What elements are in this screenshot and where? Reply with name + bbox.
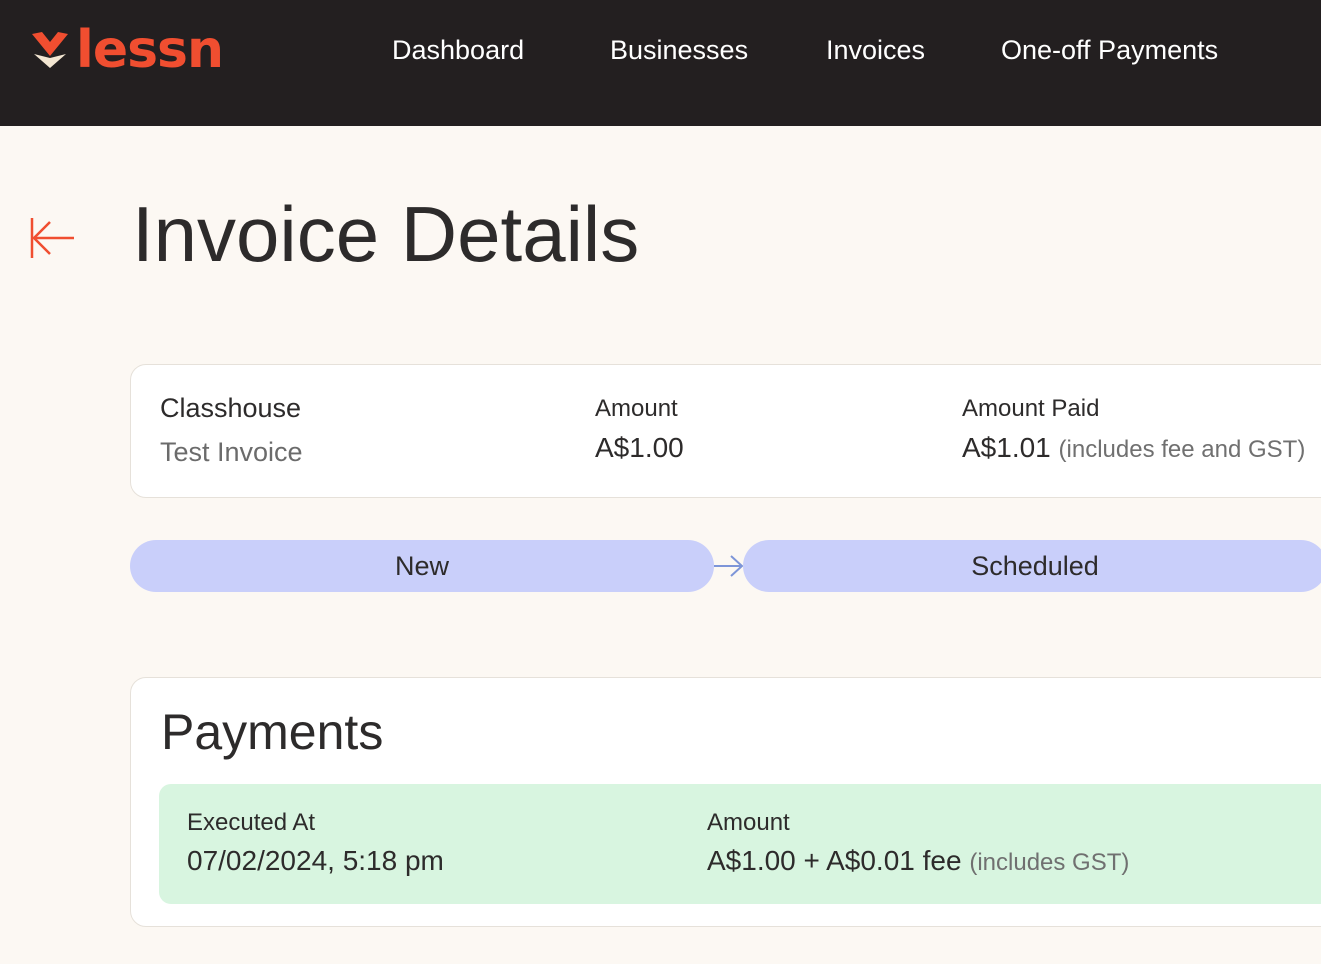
amount-paid-label: Amount Paid	[962, 395, 1100, 422]
amount-label: Amount	[595, 395, 678, 422]
status-step-new: New	[130, 540, 714, 592]
lessn-logo[interactable]: lessn	[30, 20, 224, 80]
executed-at-label: Executed At	[187, 809, 316, 836]
status-step-scheduled: Scheduled	[743, 540, 1321, 592]
logo-chevron-icon	[32, 32, 68, 68]
business-name: Classhouse	[160, 393, 302, 423]
executed-at-value: 07/02/2024, 5:18 pm	[187, 845, 444, 876]
payment-amount-label: Amount	[707, 809, 790, 836]
page-title: Invoice Details	[132, 190, 640, 278]
amount-paid-note: (includes fee and GST)	[1058, 436, 1306, 463]
payment-amount-line: A$1.00 + A$0.01 fee (includes GST)	[707, 844, 1129, 880]
nav-dashboard[interactable]: Dashboard	[392, 30, 524, 70]
invoice-name: Test Invoice	[160, 437, 303, 467]
payments-card: Payments Executed At 07/02/2024, 5:18 pm…	[130, 677, 1321, 927]
arrow-right-icon	[714, 555, 744, 577]
nav-businesses[interactable]: Businesses	[610, 30, 748, 70]
status-step-label: Scheduled	[971, 550, 1099, 581]
top-navigation-bar: lessn Dashboard Businesses Invoices One-…	[0, 0, 1321, 126]
payments-title: Payments	[161, 704, 384, 760]
nav-one-off-payments[interactable]: One-off Payments	[1001, 30, 1218, 70]
invoice-summary-card: Classhouse Test Invoice Amount A$1.00 Am…	[130, 364, 1321, 498]
nav-invoices[interactable]: Invoices	[826, 30, 925, 70]
amount-paid-value: A$1.01	[962, 432, 1051, 463]
amount-paid-line: A$1.01 (includes fee and GST)	[962, 431, 1305, 467]
payment-amount-note: (includes GST)	[969, 849, 1130, 876]
amount-value: A$1.00	[595, 432, 684, 463]
logo-wordmark: lessn	[76, 20, 224, 80]
status-step-label: New	[394, 550, 449, 581]
payment-row: Executed At 07/02/2024, 5:18 pm Amount A…	[159, 784, 1321, 904]
back-arrow-icon[interactable]	[30, 216, 76, 260]
payment-amount-value: A$1.00 + A$0.01 fee	[707, 845, 962, 876]
